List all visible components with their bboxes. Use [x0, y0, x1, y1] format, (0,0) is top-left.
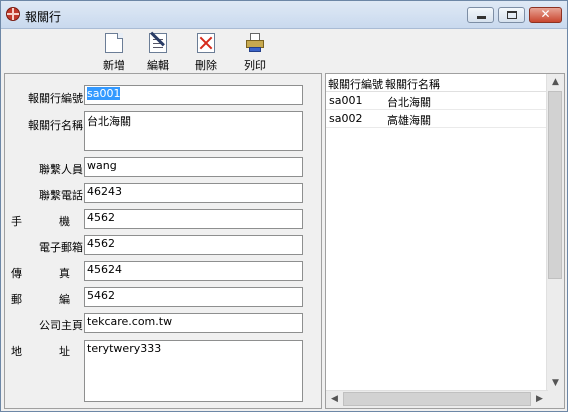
- maximize-button[interactable]: [498, 7, 525, 23]
- mobile-input[interactable]: 4562: [84, 209, 303, 229]
- toolbar: 新增 編輯 刪除 列印: [1, 29, 567, 73]
- address-input[interactable]: terytwery333: [84, 340, 303, 402]
- new-button[interactable]: 新增: [97, 31, 131, 72]
- homepage-input[interactable]: tekcare.com.tw: [84, 313, 303, 333]
- contact-phone-label: 聯繫電話: [39, 189, 83, 202]
- row-code: sa001: [329, 94, 363, 107]
- scrollbar-corner: [547, 391, 564, 408]
- customs-broker-form: 報關行編號 sa001 報關行名稱 台北海關 聯繫人員 wang 聯繫電話 46…: [4, 73, 322, 409]
- vertical-scroll-thumb[interactable]: [548, 91, 562, 279]
- broker-name-label: 報關行名稱: [28, 119, 83, 132]
- list-row[interactable]: sa001 台北海關: [326, 92, 548, 110]
- address-label: 地 址: [11, 345, 83, 358]
- postal-code-label: 郵 編: [11, 293, 83, 306]
- print-button-label: 列印: [244, 59, 266, 72]
- contact-person-input[interactable]: wang: [84, 157, 303, 177]
- list-header: 報關行編號 報關行名稱: [326, 74, 548, 92]
- contact-phone-input[interactable]: 46243: [84, 183, 303, 203]
- close-icon: ✕: [540, 7, 551, 21]
- delete-icon: [197, 33, 215, 53]
- minimize-icon: [477, 16, 486, 19]
- homepage-label: 公司主頁: [39, 319, 83, 332]
- contact-person-label: 聯繫人員: [39, 163, 83, 176]
- email-label: 電子郵箱: [39, 241, 83, 254]
- minimize-button[interactable]: [467, 7, 494, 23]
- delete-button[interactable]: 刪除: [189, 31, 223, 72]
- app-window: 報關行 ✕ 新增 編輯 刪除 列印 報關行編號 sa001 報關行名稱 台北海關…: [0, 0, 568, 412]
- email-input[interactable]: 4562: [84, 235, 303, 255]
- broker-code-input[interactable]: sa001: [84, 85, 303, 105]
- close-button[interactable]: ✕: [529, 7, 562, 23]
- new-button-label: 新增: [103, 59, 125, 72]
- broker-code-label: 報關行編號: [28, 92, 83, 105]
- title-bar[interactable]: 報關行 ✕: [1, 1, 567, 29]
- edit-button[interactable]: 編輯: [141, 31, 175, 72]
- vertical-scrollbar[interactable]: ▲ ▼: [546, 74, 564, 392]
- broker-code-value: sa001: [87, 87, 121, 100]
- postal-code-input[interactable]: 5462: [84, 287, 303, 307]
- column-header-name[interactable]: 報關行名稱: [385, 76, 440, 92]
- print-icon: [246, 33, 264, 53]
- delete-button-label: 刪除: [195, 59, 217, 72]
- horizontal-scrollbar[interactable]: ◀ ▶: [326, 390, 548, 408]
- fax-input[interactable]: 45624: [84, 261, 303, 281]
- scroll-down-icon[interactable]: ▼: [547, 375, 564, 392]
- column-header-code[interactable]: 報關行編號: [328, 76, 383, 92]
- row-name: 台北海關: [387, 96, 431, 109]
- scroll-left-icon[interactable]: ◀: [326, 391, 343, 408]
- horizontal-scroll-thumb[interactable]: [343, 392, 531, 406]
- fax-label: 傳 真: [11, 267, 83, 280]
- print-button[interactable]: 列印: [238, 31, 272, 72]
- maximize-icon: [507, 11, 517, 19]
- broker-name-input[interactable]: 台北海關: [84, 111, 303, 151]
- new-document-icon: [105, 33, 123, 53]
- row-code: sa002: [329, 112, 363, 125]
- list-row[interactable]: sa002 高雄海關: [326, 110, 548, 128]
- mobile-label: 手 機: [11, 215, 83, 228]
- edit-button-label: 編輯: [147, 59, 169, 72]
- scroll-up-icon[interactable]: ▲: [547, 74, 564, 91]
- edit-icon: [149, 31, 167, 53]
- globe-app-icon: [6, 7, 20, 21]
- row-name: 高雄海關: [387, 114, 431, 127]
- window-title: 報關行: [25, 10, 62, 24]
- broker-list: 報關行編號 報關行名稱 sa001 台北海關 sa002 高雄海關 ▲ ▼ ◀ …: [325, 73, 565, 409]
- scroll-right-icon[interactable]: ▶: [531, 391, 548, 408]
